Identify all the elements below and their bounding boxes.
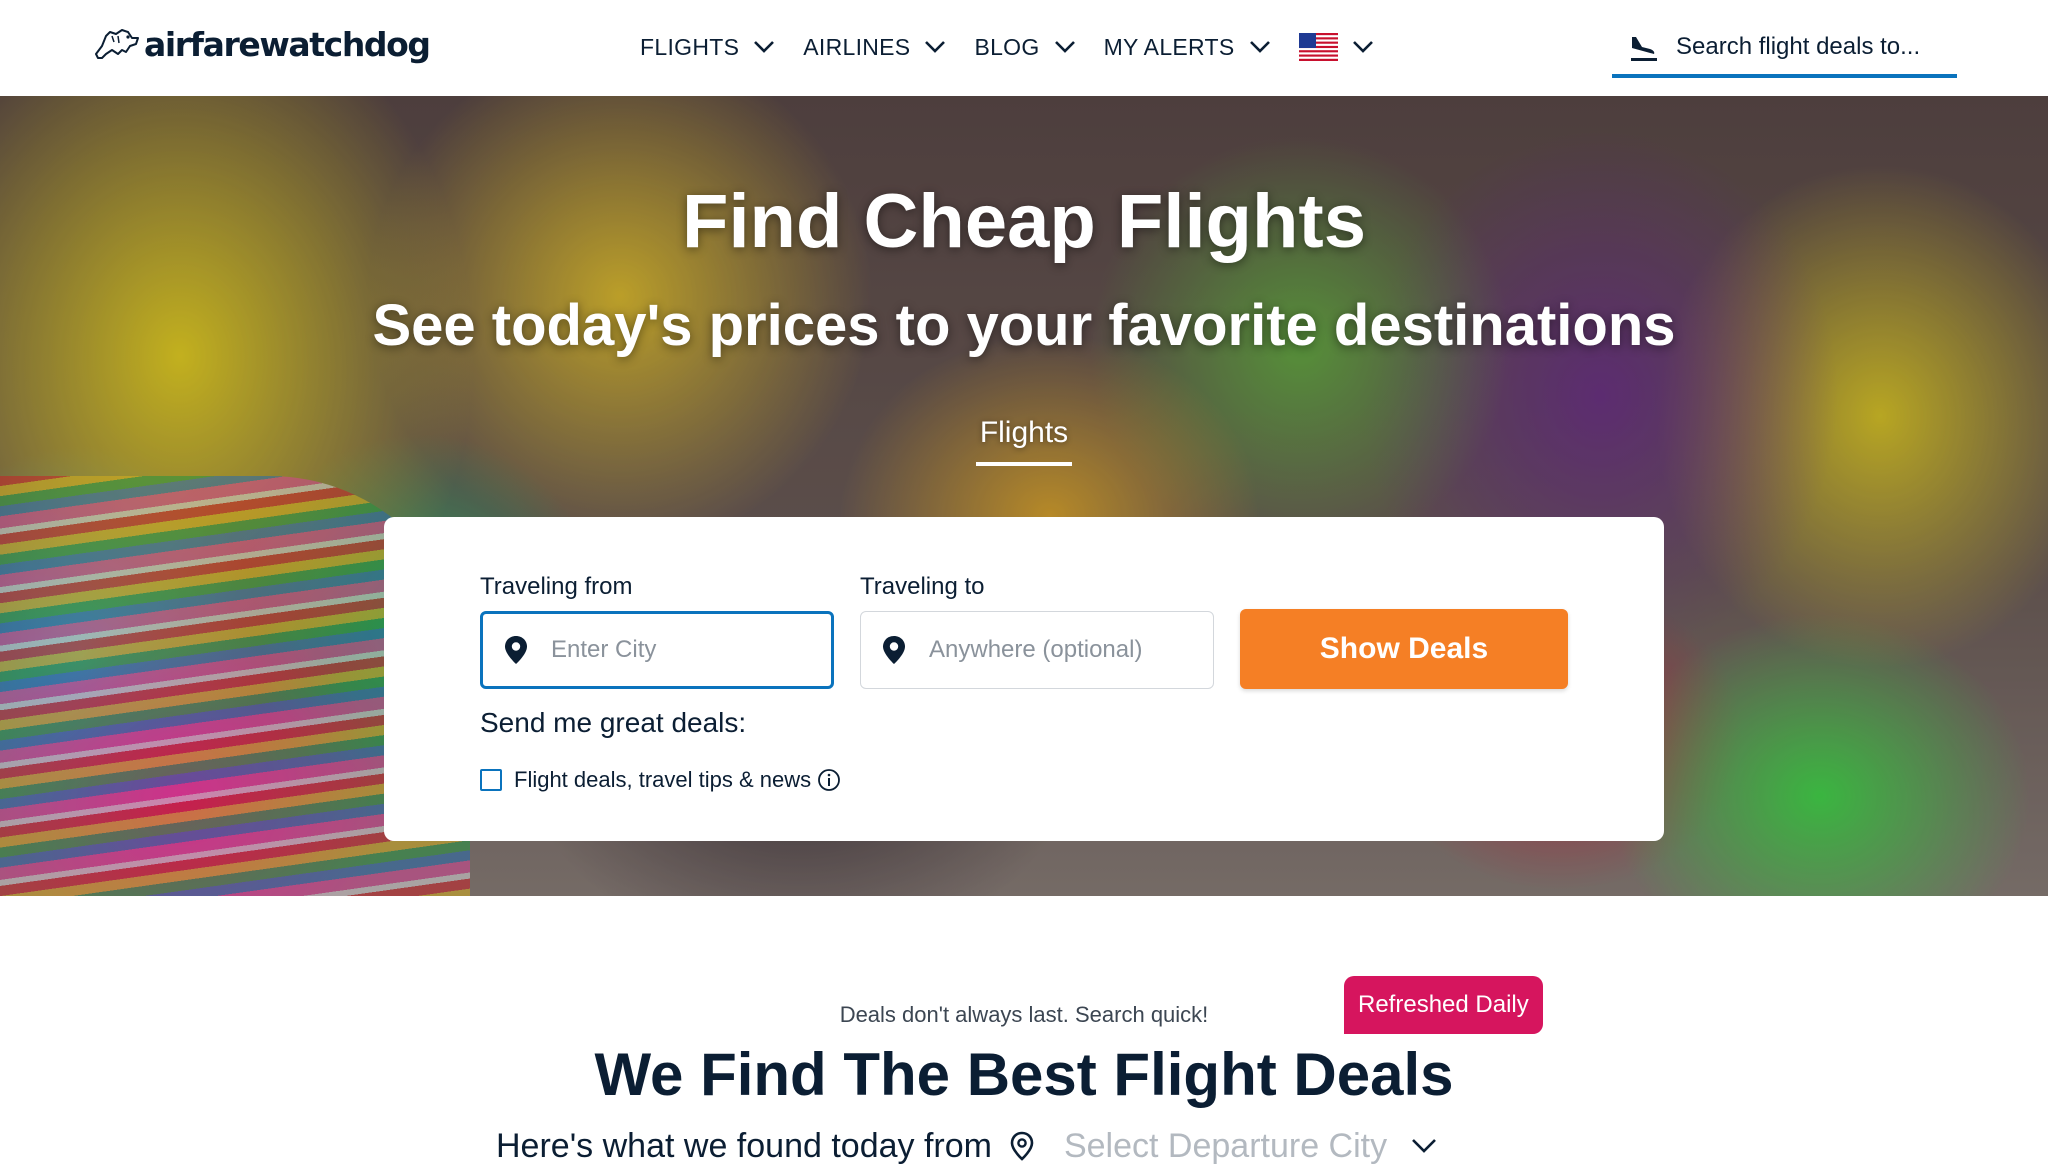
- us-flag-icon: [1298, 33, 1338, 61]
- hero-title: Find Cheap Flights: [682, 179, 1366, 264]
- tab-flights[interactable]: Flights: [976, 416, 1072, 466]
- from-label: Traveling from: [480, 573, 633, 600]
- found-today-text: Here's what we found today from: [496, 1126, 992, 1165]
- nav-my-alerts[interactable]: MY ALERTS: [1104, 34, 1271, 61]
- header-search-input[interactable]: Search flight deals to...: [1612, 20, 1957, 78]
- to-city-placeholder: Anywhere (optional): [929, 636, 1143, 663]
- country-selector[interactable]: [1298, 33, 1374, 61]
- logo-text: airfarewatchdog: [144, 24, 431, 64]
- plane-landing-icon: [1631, 37, 1657, 61]
- departure-city-select[interactable]: Select Departure City: [1064, 1127, 1387, 1166]
- send-deals-label: Send me great deals:: [480, 707, 747, 738]
- newsletter-option-label: Flight deals, travel tips & news: [514, 767, 812, 792]
- info-icon[interactable]: [817, 768, 841, 792]
- chevron-down-icon: [925, 41, 946, 53]
- main-nav: FLIGHTS AIRLINES BLOG MY ALERTS: [640, 26, 1374, 68]
- newsletter-checkbox[interactable]: [480, 769, 502, 791]
- nav-airlines-label: AIRLINES: [803, 33, 911, 60]
- deals-section-title: We Find The Best Flight Deals: [594, 1041, 1454, 1108]
- header-search-placeholder: Search flight deals to...: [1676, 33, 1921, 60]
- from-city-placeholder: Enter City: [551, 636, 657, 663]
- nav-my-alerts-label: MY ALERTS: [1103, 33, 1235, 60]
- flight-search-card: Traveling from Enter City Traveling to A…: [384, 517, 1664, 841]
- chevron-down-icon: [754, 41, 775, 53]
- hero-subtitle: See today's prices to your favorite dest…: [372, 293, 1676, 358]
- deals-tagline: Deals don't always last. Search quick!: [839, 1002, 1209, 1027]
- watchdog-logo-icon: [95, 29, 139, 59]
- site-header: airfarewatchdog FLIGHTS AIRLINES BLOG MY…: [0, 0, 2048, 96]
- nav-blog[interactable]: BLOG: [974, 34, 1075, 61]
- departure-city-row: Here's what we found today from Select D…: [496, 1126, 1437, 1166]
- site-logo[interactable]: airfarewatchdog: [92, 20, 431, 68]
- nav-blog-label: BLOG: [974, 33, 1040, 60]
- chevron-down-icon: [1054, 41, 1075, 53]
- map-pin-icon: [1010, 1131, 1034, 1161]
- from-city-input[interactable]: Enter City: [480, 611, 834, 689]
- newsletter-option: Flight deals, travel tips & news: [480, 767, 841, 793]
- nav-airlines[interactable]: AIRLINES: [803, 34, 946, 61]
- map-pin-icon: [505, 636, 527, 664]
- nav-flights-label: FLIGHTS: [640, 33, 740, 60]
- chevron-down-icon: [1249, 41, 1270, 53]
- nav-flights[interactable]: FLIGHTS: [640, 34, 775, 61]
- map-pin-icon: [883, 636, 905, 664]
- chevron-down-icon: [1352, 41, 1373, 53]
- to-city-input[interactable]: Anywhere (optional): [860, 611, 1214, 689]
- to-label: Traveling to: [860, 573, 985, 600]
- show-deals-button[interactable]: Show Deals: [1240, 609, 1568, 689]
- refreshed-daily-badge: Refreshed Daily: [1344, 976, 1543, 1034]
